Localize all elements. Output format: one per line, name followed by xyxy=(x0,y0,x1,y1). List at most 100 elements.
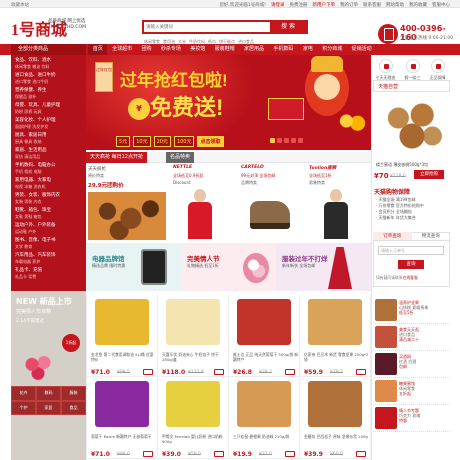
quick-category[interactable]: 食品 xyxy=(61,400,86,415)
notice-item[interactable]: · 天猫新年 年货大集合 xyxy=(376,215,448,221)
product-card[interactable]: 金磨坊 巴西松子 原味 坚果炒货 200g ¥39.9 ¥60.0 xyxy=(300,377,371,459)
product-card[interactable]: 天喜乐优 奶油夹心 牛奶馅子 饼干 180g/盒 ¥118.0 ¥132.8 xyxy=(158,295,229,377)
order-query-button[interactable]: 查询 xyxy=(398,260,424,269)
buy-now-button[interactable]: 立即抢购 xyxy=(414,170,444,179)
product-card[interactable]: 亿家亲 巴旦木 新货 零食坚果 250g*2袋 ¥59.9 ¥79.2 xyxy=(300,295,371,377)
sidebar-item[interactable]: 家居、生活用品 家纺 清洁用品 xyxy=(15,148,85,159)
sidebar-item[interactable]: 鞋靴、箱包、珠宝 女鞋 男鞋 箱包 xyxy=(15,208,85,219)
product-card[interactable]: 金龙鱼 第二代食用调和油 5L/桶 优惠特价 ¥71.0 ¥98.5 xyxy=(87,295,158,377)
claim-button[interactable]: 点击领取 xyxy=(197,136,224,147)
nav-item[interactable]: 手机数码 xyxy=(269,44,298,55)
tab-daily-deals[interactable]: 天天疯抢 每日12点开抢 xyxy=(86,152,147,163)
nav-item[interactable]: 积分商城 xyxy=(318,44,347,55)
carousel-dot[interactable] xyxy=(284,138,289,143)
nav-item[interactable]: 全球超市 xyxy=(107,44,136,55)
quick-category[interactable]: 服装 xyxy=(61,386,86,401)
contact-link[interactable]: 联系客服 xyxy=(363,2,381,8)
product-name[interactable]: 葡萄干 Raisin 新疆特产 无核葡萄干 xyxy=(91,434,157,440)
cart-icon[interactable] xyxy=(285,451,295,457)
carousel-dot[interactable] xyxy=(298,138,303,143)
nav-item[interactable]: 家居用品 xyxy=(239,44,268,55)
carousel-dot[interactable] xyxy=(291,138,296,143)
sidebar-item[interactable]: 手机数码、电脑办公 手机 相机 电脑 xyxy=(15,163,85,174)
product-name[interactable]: 维士达 正品 纯天然葡萄干 500g/袋 新疆特产 xyxy=(233,352,299,363)
sidebar-item[interactable]: 运动户外、户外装备 运动鞋 户外 xyxy=(15,223,85,234)
recommend-item[interactable]: 买酒网 红酒 白酒 包邮 xyxy=(373,351,450,378)
cart-icon[interactable] xyxy=(143,369,153,375)
order-link[interactable]: 我的订单 xyxy=(340,2,358,8)
product-card[interactable]: 甲骨文 Farmlab 婴儿奶粉 进口奶粉 900g ¥39.0 ¥59.0 xyxy=(158,377,229,459)
carousel-dot[interactable] xyxy=(277,138,282,143)
coupon-amount[interactable]: 5元 xyxy=(116,136,131,147)
guarantee-item[interactable]: 假一赔三 xyxy=(405,57,421,81)
nav-item[interactable]: 团购 xyxy=(137,44,156,55)
product-name[interactable]: 金龙鱼 第二代食用调和油 5L/桶 优惠特价 xyxy=(91,352,157,363)
nav-item[interactable]: 家电 xyxy=(298,44,317,55)
product-card[interactable]: 葡萄干 Raisin 新疆特产 无核葡萄干 ¥71.0 ¥98.0 xyxy=(87,377,158,459)
sidebar-item[interactable]: 食品、饮料、酒水 休闲零食 粮油 饮料 xyxy=(15,58,85,69)
order-number-input[interactable]: 请输入订单号 xyxy=(378,246,444,255)
all-categories-button[interactable]: 全部分类商品 xyxy=(11,44,86,55)
nav-item[interactable]: 秒杀专场 xyxy=(156,44,185,55)
brand-card[interactable]: NETTLE 全场低至0.9折起 Discount xyxy=(168,163,233,243)
coupon-amount[interactable]: 20元 xyxy=(153,136,171,147)
sidebar-item[interactable]: 母婴、玩具、儿童护理 奶粉 尿裤 玩具 xyxy=(15,103,85,114)
nav-item[interactable]: 促销活动 xyxy=(347,44,376,55)
guarantee-item[interactable]: 正品保障 xyxy=(430,57,446,81)
recommend-item[interactable]: 糖果蜜饯 休闲零食 五折起 xyxy=(373,378,450,405)
nav-item[interactable]: 服装鞋帽 xyxy=(210,44,239,55)
service-link[interactable]: 客服中心 xyxy=(432,2,450,8)
search-button[interactable]: 搜 索 xyxy=(270,22,306,32)
nav-item-home[interactable]: 首页 xyxy=(88,44,108,55)
brand-card[interactable]: Tonlion唐狮 全场低至1折 男装特卖 xyxy=(304,163,369,243)
product-name[interactable]: 三只松鼠 碧根果 奶油味 210g/袋 xyxy=(233,434,299,440)
recommend-item[interactable]: 温养护坚果 山核桃 夏威夷果 低至5折 xyxy=(373,297,450,324)
register-link[interactable]: 免费注册 xyxy=(290,2,308,8)
quick-category[interactable]: 花卉 xyxy=(11,386,36,401)
product-name[interactable]: 甲骨文 Farmlab 婴儿奶粉 进口奶粉 900g xyxy=(162,434,228,445)
help-link[interactable]: 网站帮助 xyxy=(386,2,404,8)
carousel-dot[interactable] xyxy=(270,138,275,143)
guarantee-item[interactable]: 七天无理由 xyxy=(376,57,396,81)
quick-category[interactable]: 数码 xyxy=(36,386,61,401)
product-card[interactable]: 三只松鼠 碧根果 奶油味 210g/袋 ¥19.9 ¥32.0 xyxy=(229,377,300,459)
cart-icon[interactable] xyxy=(356,369,366,375)
product-name[interactable]: 金磨坊 巴西松子 原味 坚果炒货 200g xyxy=(304,434,370,440)
recommend-item[interactable]: 美食天天逛 进口食品 满百减二十 xyxy=(373,324,450,351)
sidebar-item[interactable]: 图书、音像、电子书 文学 教育 xyxy=(15,238,85,249)
sidebar-item[interactable]: 美容化妆、个人护理 面部护理 洗发护发 xyxy=(15,118,85,129)
sidebar-item[interactable]: 汽车用品、汽车装饰 车载电器 养护 xyxy=(15,253,85,264)
featured-product-name[interactable]: 楼兰蜜语 薄皮核桃500g*3包 xyxy=(376,162,428,168)
cart-icon[interactable] xyxy=(356,451,366,457)
login-link[interactable]: 请登录 xyxy=(271,2,285,8)
sidebar-item[interactable]: 进口食品、进口牛奶 进口零食 进口牛奶 xyxy=(15,73,85,84)
favorite-link[interactable]: 收藏本站 xyxy=(11,2,29,8)
online-service-link[interactable]: 在线客服 xyxy=(403,275,418,280)
coupon-amount[interactable]: 100元 xyxy=(173,136,195,147)
sidebar-item[interactable]: 男装、女装、服饰内衣 女装 男装 内衣 xyxy=(15,193,85,204)
tab-logistics-query[interactable]: 物流查询 xyxy=(412,232,451,240)
new-user-link[interactable]: 新用户下单 xyxy=(313,2,336,8)
recommend-item[interactable]: 情人节专题 巧克力 玫瑰 特惠 xyxy=(373,405,450,432)
brand-card[interactable]: CARTELO 99元封顶 全场包邮 品牌特卖 xyxy=(236,163,301,243)
sidebar-item[interactable]: 厨具、家居日用 厨具 餐具 收纳 xyxy=(15,133,85,144)
cart-icon[interactable] xyxy=(214,451,224,457)
sidebar-item[interactable]: 礼品卡、充值 礼品卡 话费 xyxy=(15,268,85,279)
tab-order-query[interactable]: 订单查询 xyxy=(373,232,412,240)
product-card[interactable]: 维士达 正品 纯天然葡萄干 500g/袋 新疆特产 ¥26.8 ¥39.2 xyxy=(229,295,300,377)
promo-electronics[interactable]: 电器品牌馆 精选品牌 限时特惠 xyxy=(86,243,181,291)
promo-clothing[interactable]: 服装过年不打烊 新年新衣 全场包邮 xyxy=(276,243,371,291)
product-name[interactable]: 天喜乐优 奶油夹心 牛奶馅子 饼干 180g/盒 xyxy=(162,352,228,363)
sidebar-item[interactable]: 营养保健、养生 保健品 滋补 xyxy=(15,88,85,99)
quick-category[interactable]: 家居 xyxy=(36,400,61,415)
cart-icon[interactable] xyxy=(143,451,153,457)
nav-item[interactable]: 美妆馆 xyxy=(186,44,210,55)
product-name[interactable]: 亿家亲 巴旦木 新货 零食坚果 250g*2袋 xyxy=(304,352,370,363)
walnut-image[interactable] xyxy=(378,94,446,154)
quick-category[interactable]: 个护 xyxy=(11,400,36,415)
collect-link[interactable]: 我的收藏 xyxy=(409,2,427,8)
tab-brand-sale[interactable]: 名品特卖 xyxy=(166,152,195,163)
cart-icon[interactable] xyxy=(214,369,224,375)
promo-valentines[interactable]: 完美情人节 礼物精选 低至1折 xyxy=(181,243,276,291)
sidebar-item[interactable]: 家用电器、大家电 电视 冰箱 洗衣机 xyxy=(15,178,85,189)
